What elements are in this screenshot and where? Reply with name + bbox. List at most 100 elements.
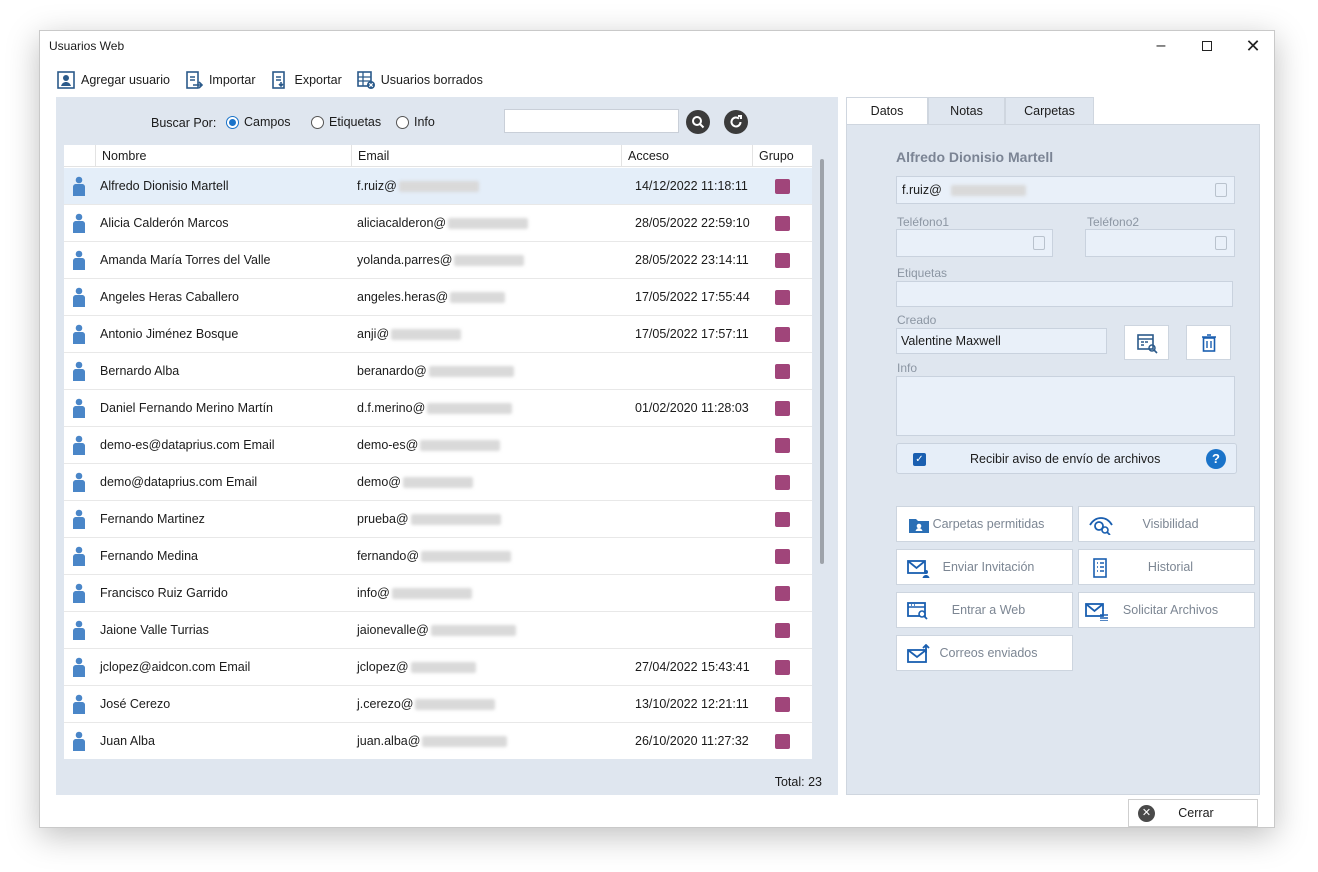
- cell-access: 01/02/2020 11:28:03: [635, 401, 749, 415]
- close-window-button[interactable]: ✕: [1230, 31, 1276, 61]
- column-grupo[interactable]: Grupo: [752, 145, 812, 167]
- user-icon: [73, 583, 85, 603]
- export-button[interactable]: Exportar: [270, 70, 342, 90]
- deleted-users-button[interactable]: Usuarios borrados: [356, 70, 483, 90]
- users-list-panel: Buscar Por: Campos Etiquetas Info Nombre…: [56, 97, 838, 795]
- radio-campos[interactable]: Campos: [226, 115, 291, 129]
- sent-emails-button[interactable]: Correos enviados: [896, 635, 1073, 671]
- radio-dot: [396, 115, 409, 129]
- created-value: Valentine Maxwell: [901, 334, 1001, 348]
- cell-email: demo-es@: [357, 427, 501, 464]
- radio-info[interactable]: Info: [396, 115, 435, 129]
- detail-form: Alfredo Dionisio Martell f.ruiz@ Teléfon…: [851, 125, 1257, 792]
- window-title: Usuarios Web: [49, 39, 125, 53]
- delete-button[interactable]: [1186, 325, 1231, 360]
- created-field: Valentine Maxwell: [896, 328, 1107, 354]
- tags-field[interactable]: [896, 281, 1233, 307]
- calendar-button[interactable]: [1124, 325, 1169, 360]
- close-button[interactable]: ✕ Cerrar: [1128, 799, 1258, 827]
- notify-option[interactable]: ✓ Recibir aviso de envío de archivos ?: [896, 443, 1237, 474]
- copy-icon[interactable]: [1215, 183, 1227, 197]
- table-row[interactable]: jclopez@aidcon.com Email jclopez@ 27/04/20…: [64, 649, 812, 686]
- allowed-folders-button[interactable]: Carpetas permitidas: [896, 506, 1073, 542]
- import-button[interactable]: Importar: [184, 70, 256, 90]
- radio-dot: [226, 115, 239, 129]
- cell-name: Antonio Jiménez Bosque: [100, 327, 239, 341]
- email-redacted: [454, 255, 525, 267]
- copy-icon[interactable]: [1033, 236, 1045, 250]
- user-icon: [73, 546, 85, 566]
- toolbar: Agregar usuario Importar Exportar Usuari…: [56, 67, 483, 93]
- cell-email: demo@: [357, 464, 473, 501]
- search-input[interactable]: [504, 109, 679, 133]
- table-row[interactable]: Antonio Jiménez Bosque anji@ 17/05/2022 17…: [64, 316, 812, 353]
- user-icon: [73, 472, 85, 492]
- group-color-swatch: [775, 438, 790, 453]
- folder-user-icon: [909, 519, 929, 533]
- column-acceso[interactable]: Acceso: [621, 145, 752, 167]
- table-row[interactable]: Daniel Fernando Merino Martín d.f.merino@…: [64, 390, 812, 427]
- table-row[interactable]: demo-es@dataprius.com Email demo-es@: [64, 427, 812, 464]
- eye-search-icon: [1089, 517, 1113, 535]
- minimize-button[interactable]: –: [1138, 31, 1184, 61]
- phone2-field[interactable]: [1085, 229, 1235, 257]
- cell-email: juan.alba@: [357, 723, 508, 759]
- visibility-button[interactable]: Visibilidad: [1078, 506, 1255, 542]
- users-table: Nombre Email Acceso Grupo Alfredo Dionis…: [64, 145, 812, 759]
- help-icon[interactable]: ?: [1206, 449, 1226, 469]
- table-row[interactable]: Alicia Calderón Marcos aliciacalderon@ 28/…: [64, 205, 812, 242]
- email-redacted: [420, 440, 501, 452]
- user-icon: [73, 361, 85, 381]
- group-color-swatch: [775, 512, 790, 527]
- refresh-button[interactable]: [724, 110, 748, 134]
- user-icon: [73, 620, 85, 640]
- radio-etiquetas[interactable]: Etiquetas: [311, 115, 381, 129]
- table-row[interactable]: Fernando Martinez prueba@: [64, 501, 812, 538]
- cell-name: Alfredo Dionisio Martell: [100, 179, 229, 193]
- enter-web-button[interactable]: Entrar a Web: [896, 592, 1073, 628]
- maximize-button[interactable]: [1184, 31, 1230, 61]
- table-row[interactable]: Fernando Medina fernando@: [64, 538, 812, 575]
- add-user-button[interactable]: Agregar usuario: [56, 70, 170, 90]
- search-button[interactable]: [686, 110, 710, 134]
- tags-label: Etiquetas: [897, 266, 948, 280]
- column-email[interactable]: Email: [351, 145, 621, 167]
- email-field[interactable]: f.ruiz@: [896, 176, 1235, 204]
- tab-datos[interactable]: Datos: [846, 97, 928, 124]
- tab-carpetas[interactable]: Carpetas: [1005, 97, 1094, 124]
- group-color-swatch: [775, 549, 790, 564]
- table-row[interactable]: José Cerezo j.cerezo@ 13/10/2022 12:21:11: [64, 686, 812, 723]
- radio-info-label: Info: [414, 115, 435, 129]
- group-color-swatch: [775, 290, 790, 305]
- email-text: fernando@: [357, 549, 420, 563]
- table-row[interactable]: Angeles Heras Caballero angeles.heras@ 17/…: [64, 279, 812, 316]
- phone1-field[interactable]: [896, 229, 1053, 257]
- table-row[interactable]: Amanda María Torres del Valle yolanda.par…: [64, 242, 812, 279]
- cell-email: yolanda.parres@: [357, 242, 525, 279]
- email-text: aliciacalderon@: [357, 216, 447, 230]
- cell-email: aliciacalderon@: [357, 205, 529, 242]
- copy-icon[interactable]: [1215, 236, 1227, 250]
- mail-list-icon: [1085, 603, 1108, 621]
- send-invite-button[interactable]: Enviar Invitación: [896, 549, 1073, 585]
- email-redacted: [402, 477, 473, 489]
- cell-email: jclopez@: [357, 649, 476, 686]
- table-row[interactable]: Alfredo Dionisio Martell f.ruiz@ 14/12/202…: [64, 168, 812, 205]
- search-icon: [692, 116, 705, 129]
- table-row[interactable]: Bernardo Alba beranardo@: [64, 353, 812, 390]
- table-row[interactable]: Juan Alba juan.alba@ 26/10/2020 11:27:32: [64, 723, 812, 759]
- table-row[interactable]: demo@dataprius.com Email demo@: [64, 464, 812, 501]
- cell-email: beranardo@: [357, 353, 514, 390]
- column-nombre[interactable]: Nombre: [95, 145, 351, 167]
- table-row[interactable]: Jaione Valle Turrias jaionevalle@: [64, 612, 812, 649]
- table-scrollbar[interactable]: [820, 159, 824, 564]
- history-button[interactable]: Historial: [1078, 549, 1255, 585]
- close-icon: ✕: [1138, 805, 1155, 822]
- cell-name: Fernando Martinez: [100, 512, 205, 526]
- tab-notas[interactable]: Notas: [928, 97, 1005, 124]
- request-files-button[interactable]: Solicitar Archivos: [1078, 592, 1255, 628]
- info-field[interactable]: [896, 376, 1235, 436]
- notify-checkbox[interactable]: ✓: [913, 453, 926, 466]
- user-icon: [73, 176, 85, 196]
- table-row[interactable]: Francisco Ruiz Garrido info@: [64, 575, 812, 612]
